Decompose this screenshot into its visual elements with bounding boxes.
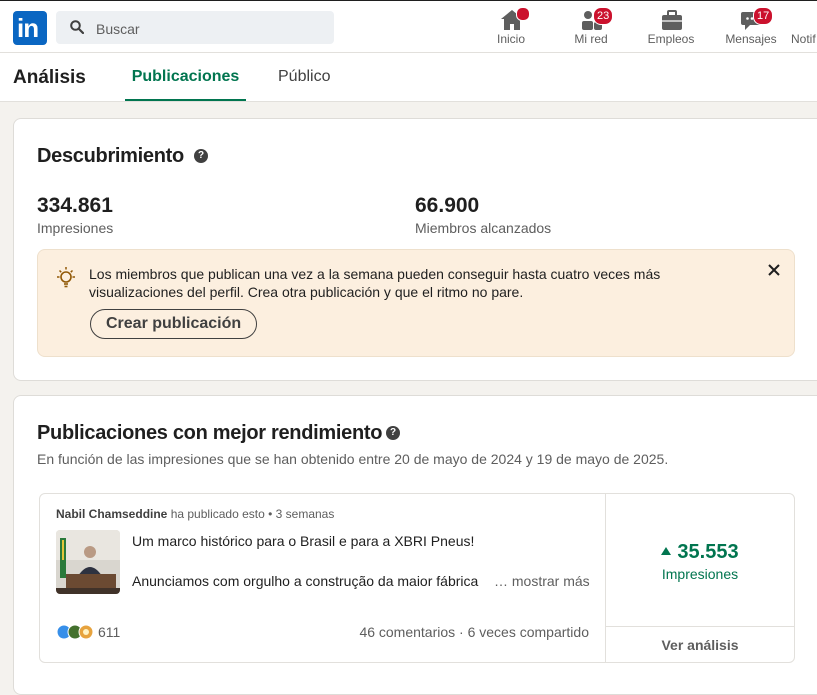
search-input[interactable] bbox=[94, 11, 328, 46]
divider bbox=[606, 626, 794, 627]
post-thumbnail[interactable] bbox=[56, 530, 120, 594]
reactions-icons bbox=[56, 624, 94, 640]
post-author[interactable]: Nabil Chamseddine bbox=[56, 507, 167, 521]
post-stats[interactable]: 46 comentarios · 6 veces compartido bbox=[359, 624, 589, 640]
post-action: ha publicado esto bbox=[170, 507, 265, 521]
post-impressions-label: Impresiones bbox=[661, 566, 739, 582]
show-more-link[interactable]: … mostrar más bbox=[490, 573, 590, 589]
help-icon[interactable]: ? bbox=[194, 149, 208, 163]
top-posts-subtitle: En función de las impresiones que se han… bbox=[37, 451, 669, 467]
nav-item-notificaciones[interactable]: Notif bbox=[791, 7, 817, 51]
badge: 17 bbox=[753, 7, 774, 25]
post-impressions-value: 35.553 bbox=[677, 541, 739, 563]
discovery-card: Descubrimiento ? 334.861 Impresiones 66.… bbox=[13, 118, 817, 381]
members-reached-value: 66.900 bbox=[415, 194, 480, 217]
post-time: • 3 semanas bbox=[268, 507, 335, 521]
impressions-label: Impresiones bbox=[37, 220, 114, 236]
nav-item-inicio[interactable]: Inicio bbox=[471, 7, 551, 51]
nav-label: Empleos bbox=[647, 32, 695, 46]
post-text-line2: Anunciamos com orgulho a construção da m… bbox=[132, 573, 479, 589]
badge: 23 bbox=[593, 7, 614, 25]
trend-up-icon bbox=[661, 547, 672, 555]
analytics-header: Análisis Publicaciones Público bbox=[0, 53, 817, 102]
nav-label: Mensajes bbox=[725, 32, 777, 46]
create-post-button[interactable]: Crear publicación bbox=[90, 309, 258, 339]
nav-label: Mi red bbox=[574, 32, 608, 46]
view-analysis-button[interactable]: Ver análisis bbox=[606, 637, 794, 653]
tab-publico[interactable]: Público bbox=[278, 53, 330, 101]
reactions-count[interactable]: 611 bbox=[98, 624, 120, 640]
search-icon bbox=[70, 20, 84, 34]
nav-label: Notif bbox=[791, 32, 816, 46]
search-bar[interactable] bbox=[56, 11, 334, 46]
tab-publicaciones[interactable]: Publicaciones bbox=[125, 53, 246, 101]
top-nav: in Inicio 23 Mi red Empleos bbox=[0, 0, 817, 53]
nav-item-mensajes[interactable]: 17 Mensajes bbox=[711, 7, 791, 51]
page-title: Análisis bbox=[13, 67, 86, 88]
discovery-title: Descubrimiento bbox=[37, 145, 184, 167]
top-posts-title: Publicaciones con mejor rendimiento bbox=[37, 422, 383, 444]
post-impressions: 35.553 bbox=[606, 541, 794, 564]
help-icon[interactable]: ? bbox=[386, 426, 400, 440]
tip-banner: Los miembros que publican una vez a la s… bbox=[37, 249, 795, 357]
nav-item-empleos[interactable]: Empleos bbox=[631, 7, 711, 51]
post-item[interactable]: Nabil Chamseddine ha publicado esto • 3 … bbox=[39, 493, 795, 663]
impressions-value: 334.861 bbox=[37, 194, 113, 217]
nav-label: Inicio bbox=[496, 32, 525, 46]
post-text-line1: Um marco histórico para o Brasil e para … bbox=[132, 533, 475, 549]
close-icon[interactable] bbox=[766, 262, 782, 278]
top-posts-card: Publicaciones con mejor rendimiento ? En… bbox=[13, 395, 817, 695]
briefcase-icon bbox=[662, 10, 682, 30]
lightbulb-icon bbox=[57, 267, 75, 288]
notification-dot bbox=[516, 7, 530, 21]
nav-item-mi-red[interactable]: 23 Mi red bbox=[551, 7, 631, 51]
post-author-line: Nabil Chamseddine ha publicado esto • 3 … bbox=[56, 507, 334, 521]
members-reached-label: Miembros alcanzados bbox=[415, 220, 552, 236]
tip-text: Los miembros que publican una vez a la s… bbox=[89, 266, 661, 300]
linkedin-logo[interactable]: in bbox=[13, 11, 47, 45]
logo-text: in bbox=[17, 13, 39, 43]
